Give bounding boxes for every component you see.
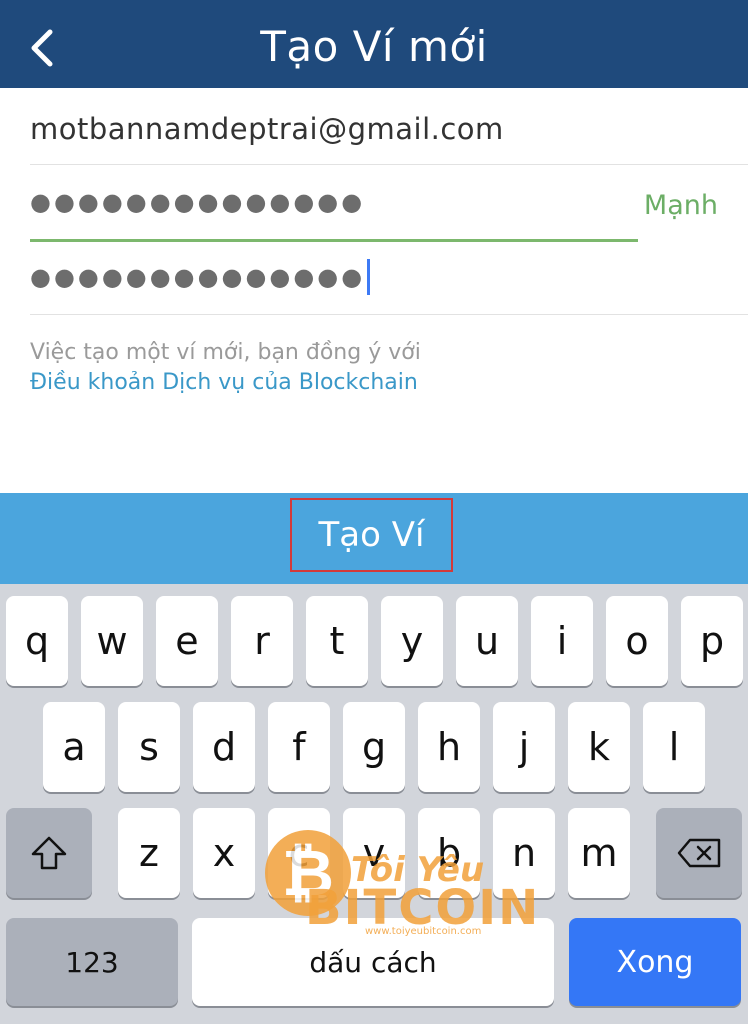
key-j[interactable]: j	[493, 702, 555, 792]
create-wallet-form: motbannamdeptrai@gmail.com ●●●●●●●●●●●●●…	[0, 88, 748, 493]
email-field[interactable]: motbannamdeptrai@gmail.com	[30, 88, 748, 165]
key-d[interactable]: d	[193, 702, 255, 792]
key-k[interactable]: k	[568, 702, 630, 792]
password-mask: ●●●●●●●●●●●●●●	[30, 188, 366, 216]
key-f[interactable]: f	[268, 702, 330, 792]
confirm-password-row: ●●●●●●●●●●●●●●	[30, 258, 371, 295]
page-title: Tạo Ví mới	[260, 22, 488, 71]
key-o[interactable]: o	[606, 596, 668, 686]
key-y[interactable]: y	[381, 596, 443, 686]
space-key[interactable]: dấu cách	[192, 918, 554, 1006]
key-l[interactable]: l	[643, 702, 705, 792]
key-z[interactable]: z	[118, 808, 180, 898]
shift-key[interactable]	[6, 808, 92, 898]
on-screen-keyboard: q w e r t y u i o p a s d f g h j k l z …	[0, 584, 748, 1024]
key-c[interactable]: c	[268, 808, 330, 898]
create-wallet-bar[interactable]: Tạo Ví	[0, 493, 748, 584]
password-field[interactable]: ●●●●●●●●●●●●●● Mạnh	[30, 164, 748, 242]
terms-of-service-link[interactable]: Điều khoản Dịch vụ của Blockchain	[30, 370, 418, 395]
key-t[interactable]: t	[306, 596, 368, 686]
key-e[interactable]: e	[156, 596, 218, 686]
text-cursor	[367, 259, 371, 295]
key-n[interactable]: n	[493, 808, 555, 898]
key-u[interactable]: u	[456, 596, 518, 686]
email-value: motbannamdeptrai@gmail.com	[30, 112, 504, 146]
confirm-password-mask: ●●●●●●●●●●●●●●	[30, 263, 366, 291]
key-p[interactable]: p	[681, 596, 743, 686]
done-key[interactable]: Xong	[569, 918, 741, 1006]
backspace-key[interactable]	[656, 808, 742, 898]
terms-intro: Việc tạo một ví mới, bạn đồng ý với	[30, 340, 421, 365]
key-b[interactable]: b	[418, 808, 480, 898]
key-s[interactable]: s	[118, 702, 180, 792]
key-m[interactable]: m	[568, 808, 630, 898]
key-v[interactable]: v	[343, 808, 405, 898]
key-g[interactable]: g	[343, 702, 405, 792]
key-h[interactable]: h	[418, 702, 480, 792]
password-strength: Mạnh	[643, 190, 718, 221]
confirm-password-field[interactable]: ●●●●●●●●●●●●●●	[30, 238, 748, 315]
key-a[interactable]: a	[43, 702, 105, 792]
key-w[interactable]: w	[81, 596, 143, 686]
top-bar: Tạo Ví mới	[0, 0, 748, 88]
key-r[interactable]: r	[231, 596, 293, 686]
key-i[interactable]: i	[531, 596, 593, 686]
numbers-key[interactable]: 123	[6, 918, 178, 1006]
backspace-icon	[677, 838, 721, 868]
key-x[interactable]: x	[193, 808, 255, 898]
shift-icon	[31, 836, 67, 870]
create-wallet-button[interactable]: Tạo Ví	[290, 498, 453, 572]
key-q[interactable]: q	[6, 596, 68, 686]
